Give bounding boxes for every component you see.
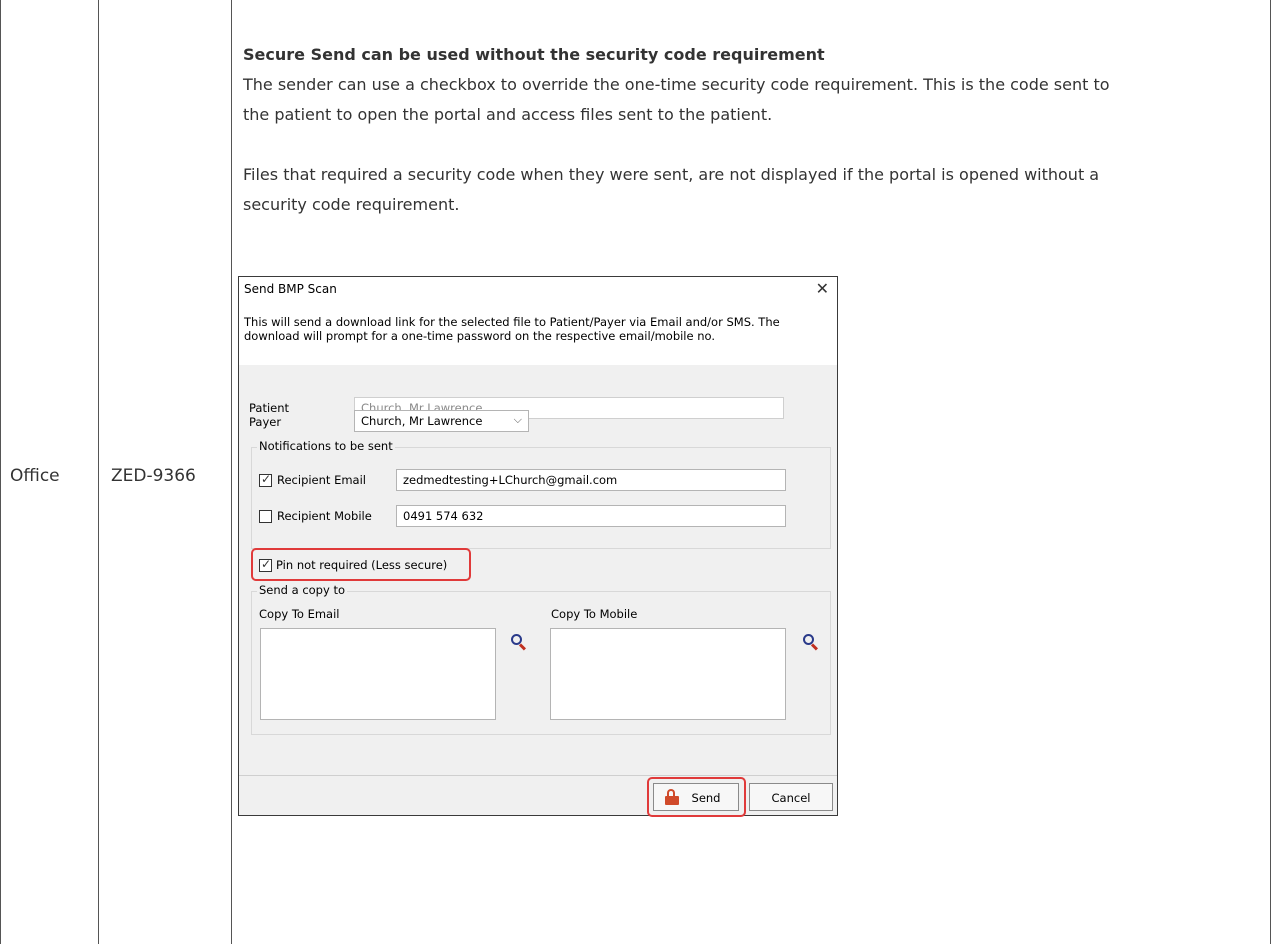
article-paragraph-line: Files that required a security code when… xyxy=(243,165,1100,184)
recipient-email-checkbox[interactable]: ✓ xyxy=(259,472,272,487)
recipient-mobile-input[interactable]: 0491 574 632 xyxy=(396,505,786,527)
table-column-divider xyxy=(98,0,99,944)
dialog-title: Send BMP Scan xyxy=(244,282,337,296)
table-column-divider xyxy=(231,0,232,944)
recipient-mobile-label: Recipient Mobile xyxy=(277,509,372,523)
payer-value: Church, Mr Lawrence xyxy=(361,414,483,428)
article-heading: Secure Send can be used without the secu… xyxy=(243,45,825,64)
dialog-description-panel: This will send a download link for the s… xyxy=(239,301,837,365)
copy-to-email-input[interactable] xyxy=(260,628,496,720)
dialog-description: This will send a download link for the s… xyxy=(244,315,780,343)
recipient-email-input[interactable]: zedmedtesting+LChurch@gmail.com xyxy=(396,469,786,491)
cancel-button-label: Cancel xyxy=(771,791,811,805)
copy-to-mobile-label: Copy To Mobile xyxy=(551,607,638,621)
article-paragraph-line: The sender can use a checkbox to overrid… xyxy=(243,75,1110,94)
recipient-email-label: Recipient Email xyxy=(277,473,366,487)
send-copy-group-title: Send a copy to xyxy=(257,583,347,597)
issue-id-cell: ZED-9366 xyxy=(111,466,196,486)
checkmark-icon: ✓ xyxy=(261,472,272,486)
recipient-mobile-checkbox[interactable] xyxy=(259,510,272,523)
close-icon[interactable]: ✕ xyxy=(816,279,829,298)
notifications-group xyxy=(251,447,831,549)
payer-select[interactable]: Church, Mr Lawrence ⌵ xyxy=(354,410,529,432)
recipient-mobile-value: 0491 574 632 xyxy=(403,509,484,523)
dialog-titlebar: Send BMP Scan ✕ xyxy=(239,277,837,301)
footer-divider xyxy=(239,775,837,776)
article-content: Secure Send can be used without the secu… xyxy=(243,40,1263,220)
table-border-left xyxy=(0,0,1,944)
recipient-email-value: zedmedtesting+LChurch@gmail.com xyxy=(403,473,618,487)
cancel-button[interactable]: Cancel xyxy=(749,783,833,811)
send-bmp-scan-dialog: Send BMP Scan ✕ This will send a downloa… xyxy=(238,276,838,817)
send-highlight-box xyxy=(647,777,746,817)
pin-highlight-box xyxy=(251,548,471,581)
copy-to-mobile-input[interactable] xyxy=(550,628,786,720)
search-icon[interactable] xyxy=(511,634,527,651)
notifications-group-title: Notifications to be sent xyxy=(257,439,395,453)
chevron-down-icon: ⌵ xyxy=(513,413,522,426)
patient-label: Patient xyxy=(249,401,290,415)
article-paragraph-line: the patient to open the portal and acces… xyxy=(243,105,773,124)
search-icon[interactable] xyxy=(803,634,819,651)
category-cell: Office xyxy=(10,466,60,486)
payer-label: Payer xyxy=(249,415,282,429)
article-paragraph-line: security code requirement. xyxy=(243,195,460,214)
copy-to-email-label: Copy To Email xyxy=(259,607,340,621)
